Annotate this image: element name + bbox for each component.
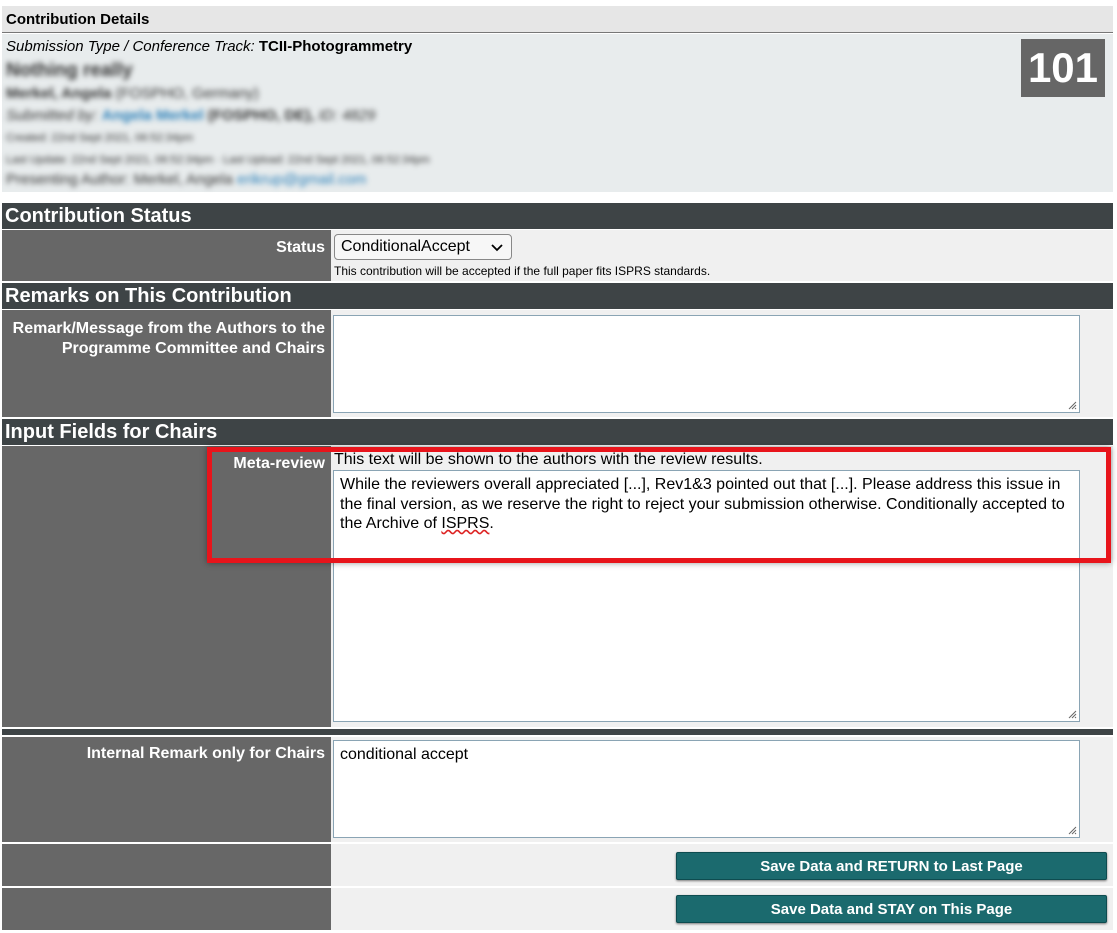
resize-grip-icon[interactable] — [1067, 400, 1077, 410]
meta-review-hint: This text will be shown to the authors w… — [334, 451, 763, 468]
action-row-2-label — [2, 888, 331, 930]
submitted-by-line: Submitted by: Angela Merkel (FOSPHO, DE)… — [6, 107, 375, 124]
submission-type-label: Submission Type / Conference Track: — [6, 38, 255, 55]
meta-review-text-misspelled: ISPRS — [441, 515, 490, 532]
chevron-down-icon — [491, 240, 503, 255]
meta-review-text-end: . — [489, 515, 494, 532]
resize-grip-icon[interactable] — [1067, 825, 1077, 835]
submitted-by-label: Submitted by: — [6, 107, 98, 124]
status-selected-value: ConditionalAccept — [341, 238, 470, 255]
contribution-details-header — [2, 6, 1113, 33]
status-label: Status — [2, 230, 331, 281]
internal-remark-value: conditional accept — [340, 746, 469, 763]
created-timestamp: Created: 22nd Sept 2021, 06:52:34pm — [6, 132, 194, 144]
submitter-link[interactable]: Angela Merkel — [102, 107, 204, 124]
resize-grip-icon[interactable] — [1067, 709, 1077, 719]
presenting-author-line: Presenting Author: Merkel, Angela erikru… — [6, 171, 366, 188]
author-remark-label: Remark/Message from the Authors to the P… — [2, 310, 331, 417]
presenting-author-label: Presenting Author: Merkel, Angela — [6, 171, 233, 188]
save-and-return-button[interactable]: Save Data and RETURN to Last Page — [676, 852, 1107, 880]
status-note: This contribution will be accepted if th… — [334, 264, 711, 278]
submission-type-line: Submission Type / Conference Track: TCII… — [6, 38, 412, 55]
submission-type-value: TCII-Photogrammetry — [258, 38, 413, 55]
meta-review-textarea[interactable]: While the reviewers overall appreciated … — [333, 470, 1080, 722]
remarks-header: Remarks on This Contribution — [2, 283, 1113, 309]
contribution-number-badge: 101 — [1021, 39, 1105, 97]
chairs-fields-header: Input Fields for Chairs — [2, 419, 1113, 445]
author-name: Merkel, Angela — [6, 85, 112, 102]
action-row-1-label — [2, 844, 331, 886]
save-and-stay-button[interactable]: Save Data and STAY on This Page — [676, 895, 1107, 923]
author-affiliation: (FOSPHO, Germany) — [115, 85, 259, 102]
internal-remark-label: Internal Remark only for Chairs — [2, 737, 331, 842]
internal-remark-textarea[interactable]: conditional accept — [333, 740, 1080, 838]
submitter-affiliation: (FOSPHO, DE), — [207, 107, 315, 124]
section-divider — [2, 729, 1113, 735]
update-timestamp: Last Update: 22nd Sept 2021, 06:52:34pm … — [6, 154, 430, 166]
presenting-author-email-link[interactable]: erikrup@gmail.com — [237, 171, 366, 188]
contribution-status-header: Contribution Status — [2, 203, 1113, 229]
status-select[interactable]: ConditionalAccept — [334, 234, 512, 260]
contribution-title: Nothing really — [6, 60, 133, 81]
contribution-details-title: Contribution Details — [6, 11, 150, 28]
submitter-id: ID: 4829 — [318, 107, 376, 124]
author-line: Merkel, Angela (FOSPHO, Germany) — [6, 85, 259, 102]
author-remark-textarea[interactable] — [333, 315, 1080, 413]
meta-review-label: Meta-review — [2, 446, 331, 727]
